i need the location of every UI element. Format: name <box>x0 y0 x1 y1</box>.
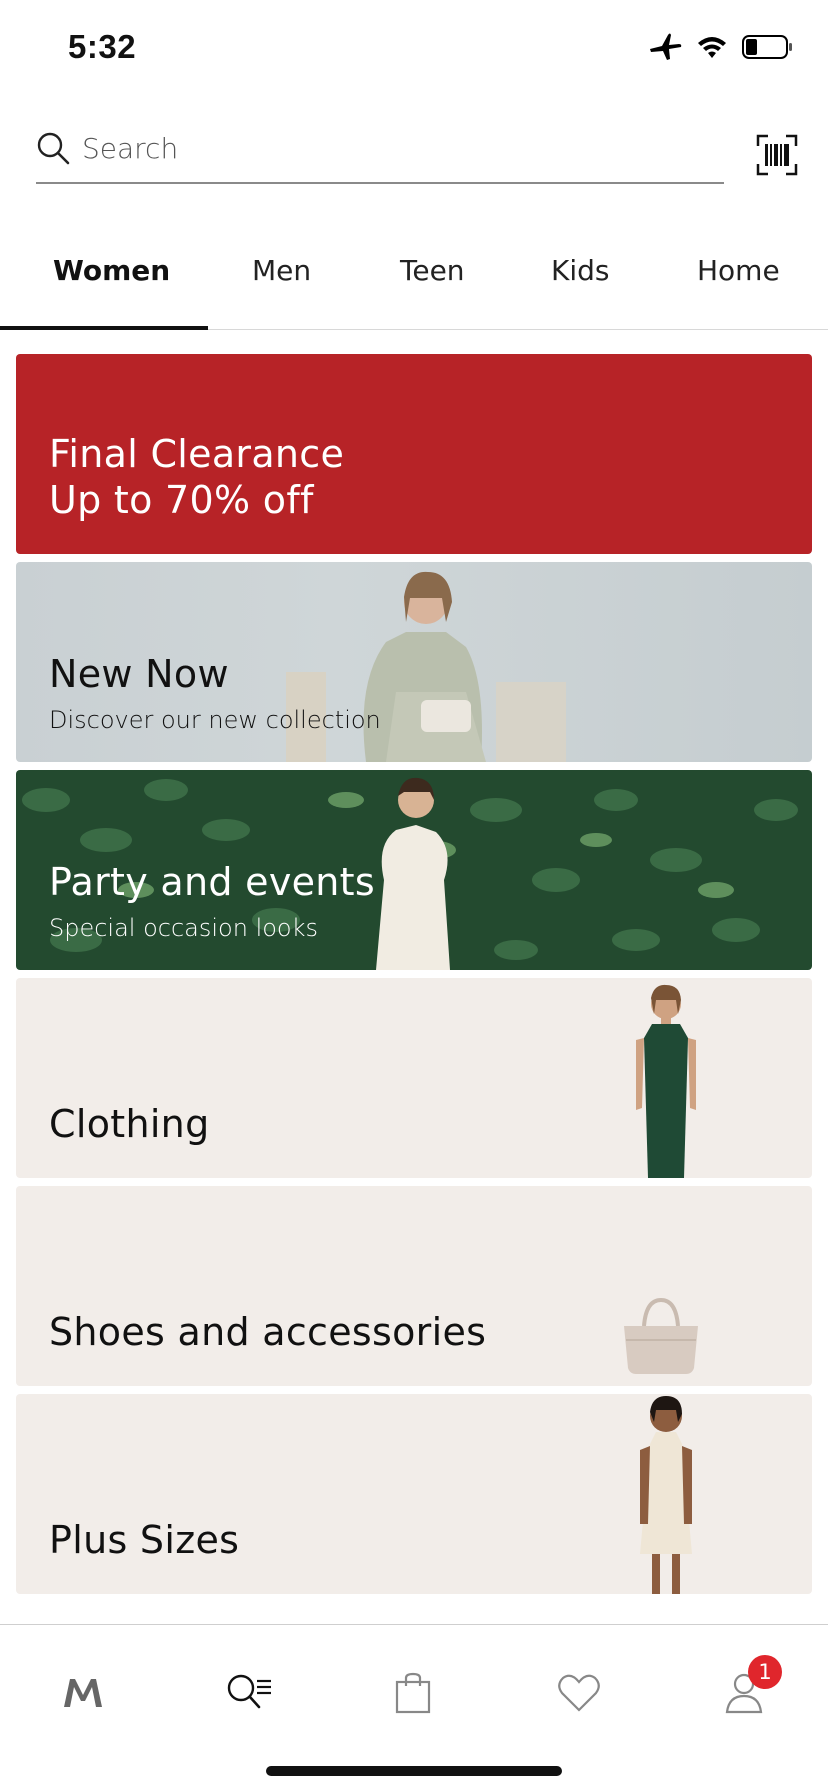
new-now-banner[interactable]: New Now Discover our new collection <box>16 562 812 762</box>
barcode-icon <box>756 134 798 180</box>
home-indicator[interactable] <box>266 1766 562 1776</box>
nav-bag-button[interactable] <box>383 1665 443 1725</box>
handbag-image <box>624 1297 698 1374</box>
final-clearance-banner[interactable]: Final Clearance Up to 70% off <box>16 354 812 554</box>
banner-title: Party and events <box>49 860 375 904</box>
banner-title: Final Clearance <box>49 432 345 476</box>
tab-teen[interactable]: Teen <box>400 254 465 287</box>
category-tabs: Women Men Teen Kids Home <box>0 236 828 330</box>
plus-sizes-model-image <box>640 1396 692 1594</box>
wifi-icon <box>696 34 728 60</box>
banner-title: Shoes and accessories <box>49 1310 487 1354</box>
tab-home[interactable]: Home <box>697 254 780 287</box>
nav-search-button[interactable] <box>219 1665 279 1725</box>
app-screen: 5:32 Wome <box>0 0 828 1792</box>
banner-title: Clothing <box>49 1102 210 1146</box>
tab-men[interactable]: Men <box>252 254 311 287</box>
banner-subtitle: Discover our new collection <box>49 706 381 734</box>
banner-subtitle: Up to 70% off <box>49 478 314 522</box>
heart-icon <box>557 1673 601 1718</box>
tab-kids[interactable]: Kids <box>551 254 610 287</box>
nav-home-button[interactable] <box>53 1665 113 1725</box>
clothing-banner[interactable]: Clothing <box>16 978 812 1178</box>
nav-profile-button[interactable]: 1 <box>714 1655 782 1725</box>
plus-sizes-banner[interactable]: Plus Sizes <box>16 1394 812 1594</box>
banner-title: New Now <box>49 652 229 696</box>
brand-logo-icon <box>62 1677 104 1714</box>
search-input[interactable] <box>82 128 642 168</box>
active-tab-indicator <box>0 326 208 330</box>
battery-icon <box>742 34 794 60</box>
status-time: 5:32 <box>68 28 137 65</box>
shopping-bag-icon <box>394 1672 432 1719</box>
status-bar: 5:32 <box>0 0 828 100</box>
barcode-scan-button[interactable] <box>756 134 798 176</box>
search-icon <box>36 131 70 165</box>
tab-women[interactable]: Women <box>53 254 170 287</box>
shoes-accessories-banner[interactable]: Shoes and accessories <box>16 1186 812 1386</box>
search-bar[interactable] <box>36 120 724 184</box>
notification-badge: 1 <box>748 1655 782 1689</box>
search-menu-icon <box>225 1672 273 1719</box>
airplane-icon <box>648 32 682 62</box>
banner-subtitle: Special occasion looks <box>49 914 319 942</box>
nav-wishlist-button[interactable] <box>549 1665 609 1725</box>
banner-title: Plus Sizes <box>49 1518 240 1562</box>
status-icons <box>648 32 794 62</box>
clothing-model-image <box>636 984 696 1178</box>
party-events-banner[interactable]: Party and events Special occasion looks <box>16 770 812 970</box>
